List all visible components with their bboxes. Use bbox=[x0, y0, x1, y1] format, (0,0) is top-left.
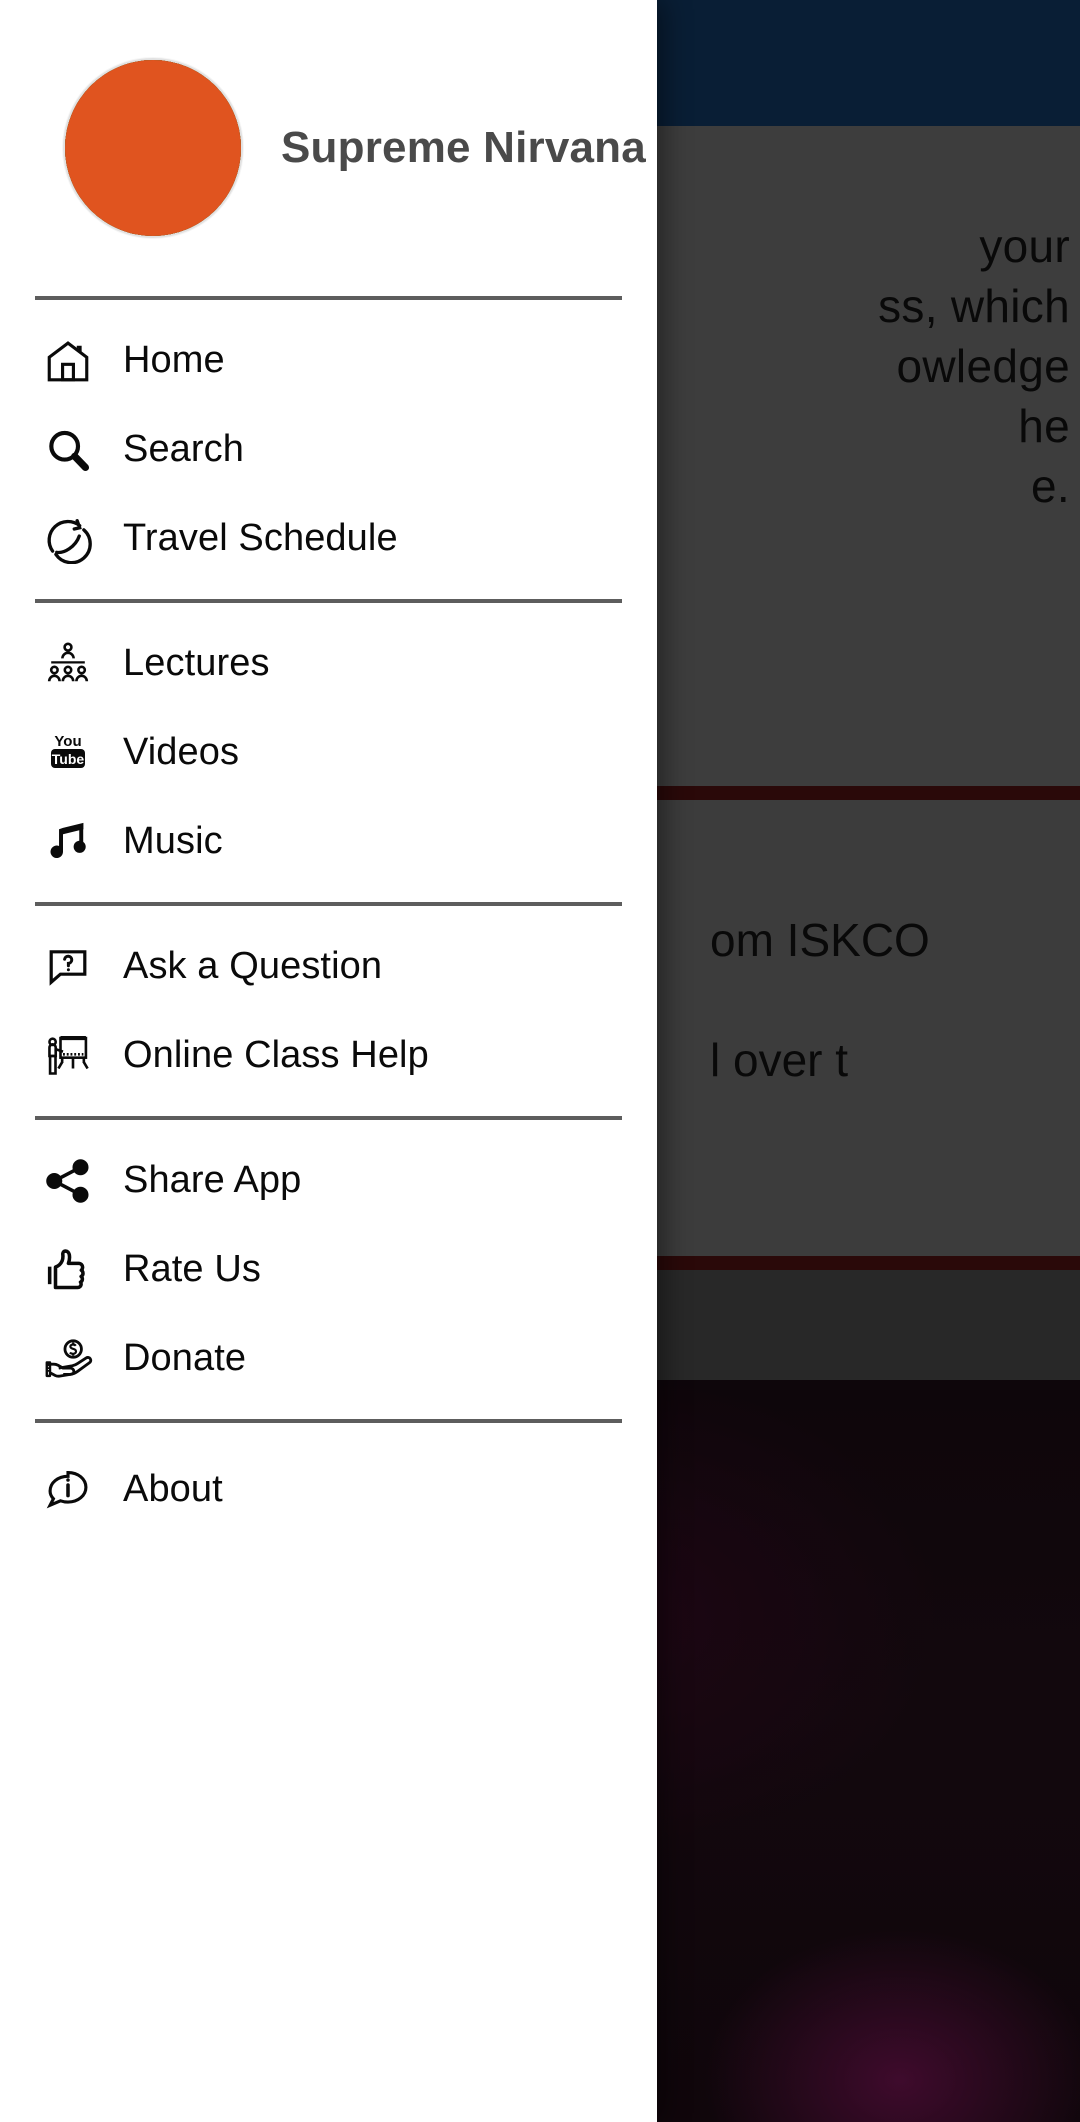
sidebar-item-ask-a-question[interactable]: Ask a Question bbox=[0, 922, 657, 1011]
sidebar-item-music[interactable]: Music bbox=[0, 797, 657, 886]
background-text-line: l over t bbox=[710, 1034, 849, 1086]
menu-group-engage: Share App Rate Us Donate bbox=[0, 1136, 657, 1403]
music-note-icon bbox=[35, 817, 101, 867]
avatar-image bbox=[65, 60, 241, 236]
sidebar-item-label: Search bbox=[123, 428, 245, 470]
page-title: Supreme Nirvana bbox=[281, 123, 646, 172]
home-icon bbox=[35, 336, 101, 386]
menu-group-primary: Home Search Travel Schedule bbox=[0, 316, 657, 583]
menu-group-support: Ask a Question Online Class Help bbox=[0, 922, 657, 1100]
background-text-line: om ISKCO bbox=[710, 914, 930, 966]
sidebar-item-label: About bbox=[123, 1468, 223, 1510]
sidebar-item-share-app[interactable]: Share App bbox=[0, 1136, 657, 1225]
hand-coin-icon bbox=[35, 1333, 101, 1385]
sidebar-item-label: Lectures bbox=[123, 642, 270, 684]
teacher-board-icon bbox=[35, 1031, 101, 1081]
drawer-screen: your ss, which owledge he e. om ISKCO l … bbox=[0, 0, 1080, 2122]
sidebar-item-label: Rate Us bbox=[123, 1248, 261, 1290]
menu-group-media: Lectures You Tube Videos Music bbox=[0, 619, 657, 886]
sidebar-item-online-class-help[interactable]: Online Class Help bbox=[0, 1011, 657, 1100]
youtube-icon: You Tube bbox=[35, 729, 101, 777]
search-icon bbox=[35, 425, 101, 475]
info-bubble-icon bbox=[35, 1465, 101, 1515]
sidebar-item-about[interactable]: About bbox=[0, 1445, 657, 1534]
sidebar-item-label: Travel Schedule bbox=[123, 517, 398, 559]
navigation-drawer: Supreme Nirvana Home Search Travel Sched… bbox=[0, 0, 657, 2122]
globe-plane-icon bbox=[35, 514, 101, 564]
question-bubble-icon bbox=[35, 943, 101, 991]
sidebar-item-home[interactable]: Home bbox=[0, 316, 657, 405]
sidebar-item-label: Share App bbox=[123, 1159, 302, 1201]
svg-text:Tube: Tube bbox=[52, 751, 85, 767]
sidebar-item-lectures[interactable]: Lectures bbox=[0, 619, 657, 708]
drawer-header: Supreme Nirvana bbox=[0, 0, 657, 296]
sidebar-item-label: Donate bbox=[123, 1337, 247, 1379]
sidebar-item-label: Music bbox=[123, 820, 223, 862]
sidebar-item-label: Ask a Question bbox=[123, 945, 383, 987]
sidebar-item-donate[interactable]: Donate bbox=[0, 1314, 657, 1403]
sidebar-item-label: Videos bbox=[123, 731, 240, 773]
avatar bbox=[63, 58, 243, 238]
sidebar-item-travel-schedule[interactable]: Travel Schedule bbox=[0, 494, 657, 583]
sidebar-item-videos[interactable]: You Tube Videos bbox=[0, 708, 657, 797]
thumbs-up-icon bbox=[35, 1245, 101, 1295]
share-icon bbox=[35, 1156, 101, 1206]
menu-group-info: About bbox=[0, 1445, 657, 1534]
sidebar-item-search[interactable]: Search bbox=[0, 405, 657, 494]
sidebar-item-label: Online Class Help bbox=[123, 1034, 429, 1076]
sidebar-item-label: Home bbox=[123, 339, 225, 381]
sidebar-item-rate-us[interactable]: Rate Us bbox=[0, 1225, 657, 1314]
svg-text:You: You bbox=[54, 733, 81, 750]
audience-icon bbox=[35, 640, 101, 688]
